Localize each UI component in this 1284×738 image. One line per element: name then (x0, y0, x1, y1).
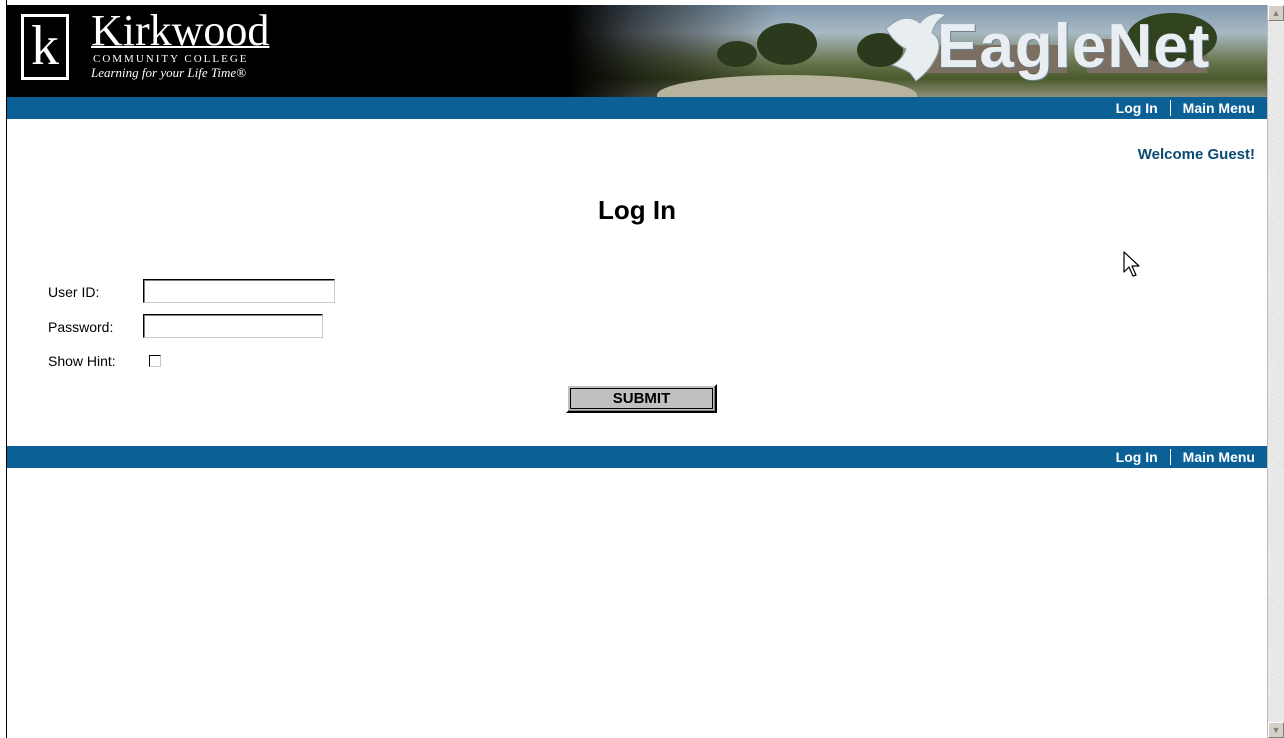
top-nav-bar: Log In Main Menu (7, 97, 1267, 119)
show-hint-label: Show Hint: (48, 353, 116, 369)
nav-login-link[interactable]: Log In (1116, 100, 1158, 116)
nav-main-menu-link[interactable]: Main Menu (1183, 449, 1255, 465)
app-title: EagleNet (937, 12, 1211, 81)
mouse-pointer-icon (1123, 251, 1140, 277)
userid-input[interactable] (143, 279, 335, 303)
vertical-scrollbar[interactable]: ▲ ▼ (1267, 5, 1284, 738)
welcome-message: Welcome Guest! (1137, 146, 1255, 163)
submit-button[interactable]: SUBMIT (566, 384, 717, 413)
nav-separator (1169, 100, 1171, 116)
bottom-nav-bar: Log In Main Menu (7, 446, 1267, 468)
show-hint-checkbox[interactable] (149, 355, 161, 367)
window-frame-left (0, 0, 7, 738)
nav-main-menu-link[interactable]: Main Menu (1183, 100, 1255, 116)
nav-login-link[interactable]: Log In (1116, 449, 1158, 465)
header-banner: k Kirkwood COMMUNITY COLLEGE Learning fo… (7, 5, 1267, 97)
page-viewport: k Kirkwood COMMUNITY COLLEGE Learning fo… (7, 5, 1267, 738)
password-label: Password: (48, 319, 114, 335)
submit-label: SUBMIT (612, 390, 671, 407)
nav-separator (1169, 449, 1171, 465)
userid-label: User ID: (48, 284, 100, 300)
kirkwood-logo[interactable]: k (21, 14, 69, 80)
arrow-up-icon[interactable]: ▲ (1268, 5, 1284, 21)
password-input[interactable] (143, 314, 323, 338)
page-title: Log In (598, 195, 676, 225)
brand-tagline: Learning for your Life Time® (91, 65, 247, 80)
brand-name: Kirkwood (91, 6, 270, 55)
arrow-down-icon[interactable]: ▼ (1268, 722, 1284, 738)
logo-letter: k (31, 15, 59, 77)
brand-subtitle: COMMUNITY COLLEGE (93, 53, 249, 65)
